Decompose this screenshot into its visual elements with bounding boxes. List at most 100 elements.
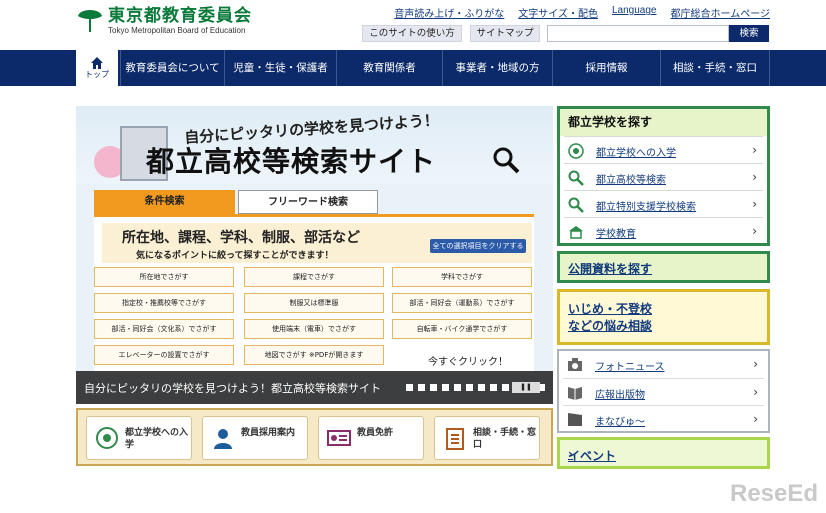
bullying-label-line1: いじめ・不登校 bbox=[568, 302, 653, 316]
sidebar-item-label: 広報出版物 bbox=[595, 390, 645, 401]
metropolitan-gov-link[interactable]: 都庁総合ホームページ bbox=[671, 5, 771, 20]
chevron-right-icon: › bbox=[568, 447, 573, 461]
sidebar-item-manabyu[interactable]: まなびゅ〜 › bbox=[563, 405, 764, 432]
slide-dot[interactable] bbox=[466, 384, 473, 391]
option-train-line[interactable]: 使用端末（電車）でさがす bbox=[244, 319, 384, 339]
media-links-box: フォトニュース › 広報出版物 › まなびゅ〜 › bbox=[557, 349, 770, 433]
school-icon bbox=[569, 226, 583, 239]
sidebar-item-label: 都立特別支援学校検索 bbox=[596, 202, 696, 213]
find-schools-heading: 都立学校を探す bbox=[560, 109, 767, 136]
clear-selection-button[interactable]: 全ての選択項目をクリアする bbox=[430, 239, 526, 253]
option-location[interactable]: 所在地でさがす bbox=[94, 267, 234, 287]
ginkgo-logo-icon bbox=[78, 10, 102, 32]
speech-furigana-link[interactable]: 音声読み上げ・ふりがな bbox=[394, 5, 504, 20]
sitemap-button[interactable]: サイトマップ bbox=[470, 25, 540, 42]
chevron-right-icon: › bbox=[753, 412, 758, 426]
option-culture-club[interactable]: 部活・同好会（文化系）でさがす bbox=[94, 319, 234, 339]
slide-dot[interactable] bbox=[418, 384, 425, 391]
chevron-right-icon: › bbox=[752, 170, 757, 184]
text-size-color-link[interactable]: 文字サイズ・配色 bbox=[518, 5, 598, 20]
find-schools-box: 都立学校を探す 都立学校への入学 › 都立高校等検索 › 都立特別支援学校検索 … bbox=[557, 106, 770, 246]
click-now-note: 今すぐクリック！ bbox=[428, 357, 508, 368]
banner-caption-bar: 自分にピッタリの学校を見つけよう！都立高校等検索サイト ❚❚ bbox=[76, 371, 553, 404]
sidebar-item-special-support-search[interactable]: 都立特別支援学校検索 › bbox=[564, 190, 763, 217]
slide-dot[interactable] bbox=[406, 384, 413, 391]
quick-link-consultation[interactable]: 相談・手続・窓口 bbox=[434, 416, 540, 460]
nav-item-consultation[interactable]: 相談・手続・窓口 bbox=[660, 50, 770, 86]
banner-header-area: 自分にピッタリの学校を見つけよう！ 都立高校等検索サイト bbox=[76, 106, 553, 184]
search-panel-subheading: 気になるポイントに絞って探すことができます！ bbox=[136, 251, 334, 261]
flower-emblem-icon bbox=[568, 143, 584, 159]
quick-links: 都立学校への入学 教員採用案内 教員免許 相談・手続・窓口 bbox=[76, 408, 553, 466]
chevron-right-icon: › bbox=[753, 357, 758, 371]
quick-link-label: 都立学校への入学 bbox=[125, 428, 189, 450]
nav-item-educators[interactable]: 教育関係者 bbox=[336, 50, 442, 86]
sidebar-item-photo-news[interactable]: フォトニュース › bbox=[563, 351, 764, 378]
search-input[interactable] bbox=[547, 25, 729, 42]
nav-item-students-parents[interactable]: 児童・生徒・保護者 bbox=[224, 50, 336, 86]
option-course[interactable]: 課程でさがす bbox=[244, 267, 384, 287]
chevron-right-icon: › bbox=[752, 143, 757, 157]
option-designated-school[interactable]: 指定校・推薦校等でさがす bbox=[94, 293, 234, 313]
nav-item-about-board[interactable]: 教育委員会について bbox=[120, 50, 224, 86]
search-button[interactable]: 検索 bbox=[729, 25, 769, 42]
film-icon bbox=[568, 413, 582, 426]
home-icon bbox=[91, 57, 103, 69]
banner-title: 都立高校等検索サイト bbox=[146, 145, 437, 178]
bullying-consultation-link[interactable]: いじめ・不登校 などの悩み相談 bbox=[557, 289, 770, 345]
quick-link-admission[interactable]: 都立学校への入学 bbox=[86, 416, 192, 460]
public-documents-label: 公開資料を探す bbox=[568, 262, 653, 276]
clipboard-icon bbox=[446, 428, 464, 450]
site-usage-button[interactable]: このサイトの使い方 bbox=[362, 25, 462, 42]
site-logo[interactable]: 東京都教育委員会 Tokyo Metropolitan Board of Edu… bbox=[76, 6, 252, 36]
slide-dot[interactable] bbox=[478, 384, 485, 391]
public-documents-link[interactable]: 公開資料を探す bbox=[557, 251, 770, 283]
sidebar-item-school-education[interactable]: 学校教育 › bbox=[564, 217, 763, 244]
utility-links: 音声読み上げ・ふりがな 文字サイズ・配色 Language 都庁総合ホームページ bbox=[394, 5, 770, 20]
slide-dot[interactable] bbox=[442, 384, 449, 391]
magnifier-icon bbox=[493, 147, 520, 174]
search-panel-header: 所在地、課程、学科、制服、部活など 気になるポイントに絞って探すことができます！… bbox=[102, 223, 532, 263]
slide-dot[interactable] bbox=[502, 384, 509, 391]
quick-link-label: 相談・手続・窓口 bbox=[473, 428, 537, 450]
quick-link-teacher-recruitment[interactable]: 教員採用案内 bbox=[202, 416, 308, 460]
person-icon bbox=[214, 429, 232, 449]
slide-dot[interactable] bbox=[430, 384, 437, 391]
option-map[interactable]: 地図でさがす ※PDFが開きます bbox=[244, 345, 384, 365]
nav-item-businesses-community[interactable]: 事業者・地域の方 bbox=[442, 50, 552, 86]
language-link[interactable]: Language bbox=[612, 5, 657, 20]
sidebar-item-label: まなびゅ〜 bbox=[595, 417, 645, 428]
banner-caption: 自分にピッタリの学校を見つけよう！都立高校等検索サイト bbox=[84, 382, 381, 395]
sidebar-item-high-school-search[interactable]: 都立高校等検索 › bbox=[564, 163, 763, 190]
option-elevator[interactable]: エレベーターの設置でさがす bbox=[94, 345, 234, 365]
global-nav: トップ 教育委員会について 児童・生徒・保護者 教育関係者 事業者・地域の方 採… bbox=[0, 50, 826, 86]
tab-freeword-search[interactable]: フリーワード検索 bbox=[238, 190, 378, 214]
event-link[interactable]: イベント › bbox=[557, 437, 770, 469]
nav-home[interactable]: トップ bbox=[76, 50, 118, 86]
nav-item-recruitment[interactable]: 採用情報 bbox=[552, 50, 660, 86]
option-uniform[interactable]: 制服又は標準服 bbox=[244, 293, 384, 313]
tab-condition-search[interactable]: 条件検索 bbox=[94, 190, 235, 214]
license-card-icon bbox=[327, 430, 351, 446]
chevron-right-icon: › bbox=[753, 385, 758, 399]
nav-home-label: トップ bbox=[85, 70, 109, 79]
quick-link-label: 教員免許 bbox=[357, 428, 394, 438]
option-department[interactable]: 学科でさがす bbox=[392, 267, 532, 287]
option-sports-club[interactable]: 部活・同好会（運動系）でさがす bbox=[392, 293, 532, 313]
hero-banner[interactable]: 自分にピッタリの学校を見つけよう！ 都立高校等検索サイト 条件検索 フリーワード… bbox=[76, 106, 553, 404]
sidebar-item-label: 都立学校への入学 bbox=[596, 148, 676, 159]
slideshow-pause-button[interactable]: ❚❚ bbox=[512, 382, 540, 393]
quick-link-label: 教員採用案内 bbox=[241, 428, 296, 438]
reseed-watermark: ReseEd bbox=[730, 480, 819, 507]
search-panel-heading: 所在地、課程、学科、制服、部活など bbox=[122, 230, 360, 246]
quick-link-teacher-license[interactable]: 教員免許 bbox=[318, 416, 424, 460]
sidebar-item-label: 都立高校等検索 bbox=[596, 175, 666, 186]
slide-dot[interactable] bbox=[454, 384, 461, 391]
sidebar-item-label: フォトニュース bbox=[595, 362, 665, 373]
sidebar-item-admission[interactable]: 都立学校への入学 › bbox=[564, 136, 763, 163]
option-bicycle[interactable]: 自転車・バイク通学でさがす bbox=[392, 319, 532, 339]
sidebar-item-publications[interactable]: 広報出版物 › bbox=[563, 378, 764, 405]
camera-icon bbox=[568, 358, 582, 371]
search-panel: 所在地、課程、学科、制服、部活など 気になるポイントに絞って探すことができます！… bbox=[94, 214, 534, 374]
slide-dot[interactable] bbox=[490, 384, 497, 391]
